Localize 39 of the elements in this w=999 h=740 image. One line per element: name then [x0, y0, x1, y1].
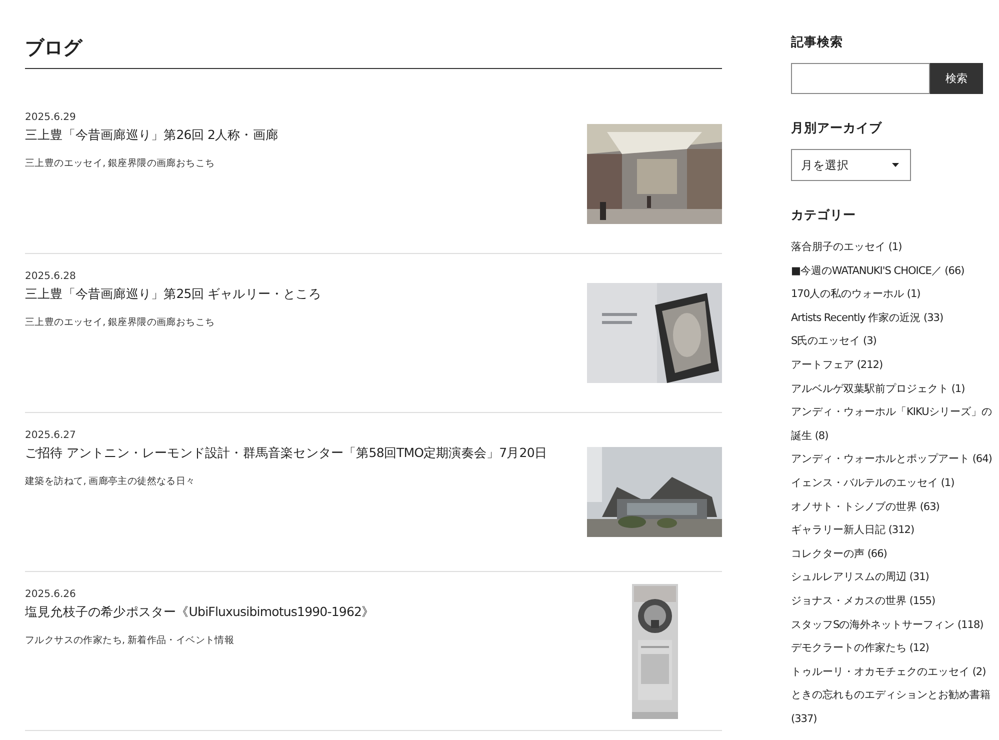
category-link[interactable]: ギャラリー新人日記 (312) [791, 519, 996, 543]
category-link[interactable]: デモクラートの作家たち (12) [791, 637, 996, 661]
post-title[interactable]: ご招待 アントニン・レーモンド設計・群馬音楽センター「第58回TMO定期演奏会」7月20日 [25, 444, 565, 462]
post-categories[interactable]: 三上豊のエッセイ, 銀座界隈の画廊おちこち [25, 158, 565, 170]
section-heading: カテゴリー [791, 207, 857, 223]
month-dropdown[interactable]: 月を選択 [791, 149, 911, 181]
post-categories[interactable]: 建築を訪ねて, 画廊亭主の徒然なる日々 [25, 476, 565, 488]
category-link[interactable]: ジョナス・メカスの世界 (155) [791, 590, 996, 614]
category-link[interactable]: アートフェア (212) [791, 354, 996, 378]
post-title[interactable]: 塩見允枝子の希少ポスター《UbiFluxusibimotus1990-1962》 [25, 603, 565, 621]
category-link[interactable]: ■今週のWATANUKI'S CHOICE／ (66) [791, 260, 996, 284]
category-link[interactable]: コレクターの声 (66) [791, 542, 996, 566]
section-heading: 記事検索 [791, 34, 844, 50]
category-link[interactable]: シュルレアリスムの周辺 (31) [791, 566, 996, 590]
category-link[interactable]: Artists Recently 作家の近況 (33) [791, 306, 996, 330]
section-heading: 月別アーカイブ [791, 120, 883, 136]
search-field[interactable] [791, 63, 930, 94]
category-link[interactable]: スタッフSの海外ネットサーフィン (118) [791, 614, 996, 638]
post-categories[interactable]: フルクサスの作家たち, 新着作品・イベント情報 [25, 635, 565, 647]
search-button[interactable]: 検索 [930, 63, 983, 94]
category-link[interactable]: 落合朋子のエッセイ (1) [791, 236, 996, 260]
post-date: 2025.6.28 [25, 270, 77, 283]
category-link[interactable]: オノサト・トシノブの世界 (63) [791, 496, 996, 520]
post-date: 2025.6.27 [25, 429, 77, 442]
post-date: 2025.6.29 [25, 111, 77, 124]
category-link[interactable]: アンディ・ウォーホル「KIKUシリーズ」の誕生 (8) [791, 401, 996, 448]
post-date: 2025.6.26 [25, 588, 77, 601]
category-link[interactable]: アンディ・ウォーホルとポップアート (64) [791, 448, 996, 472]
category-link[interactable]: アルベルゲ双葉駅前プロジェクト (1) [791, 378, 996, 402]
page-title: ブログ [25, 0, 722, 69]
category-link[interactable]: トゥルーリ・オカモチェクのエッセイ (2) [791, 660, 996, 684]
caret-icon [892, 163, 899, 167]
category-link[interactable]: S氏のエッセイ (3) [791, 330, 996, 354]
post-title[interactable]: 三上豊「今昔画廊巡り」第25回 ギャルリー・ところ [25, 285, 565, 303]
post-categories[interactable]: 三上豊のエッセイ, 銀座界隈の画廊おちこち [25, 317, 565, 329]
category-link[interactable]: 170人の私のウォーホル (1) [791, 283, 996, 307]
category-link[interactable]: ときの忘れものエディションとお勧め書籍 (337) [791, 684, 996, 732]
post-title[interactable]: 三上豊「今昔画廊巡り」第26回 2人称・画廊 [25, 126, 565, 144]
category-link[interactable]: イェンス・バルテルのエッセイ (1) [791, 472, 996, 496]
